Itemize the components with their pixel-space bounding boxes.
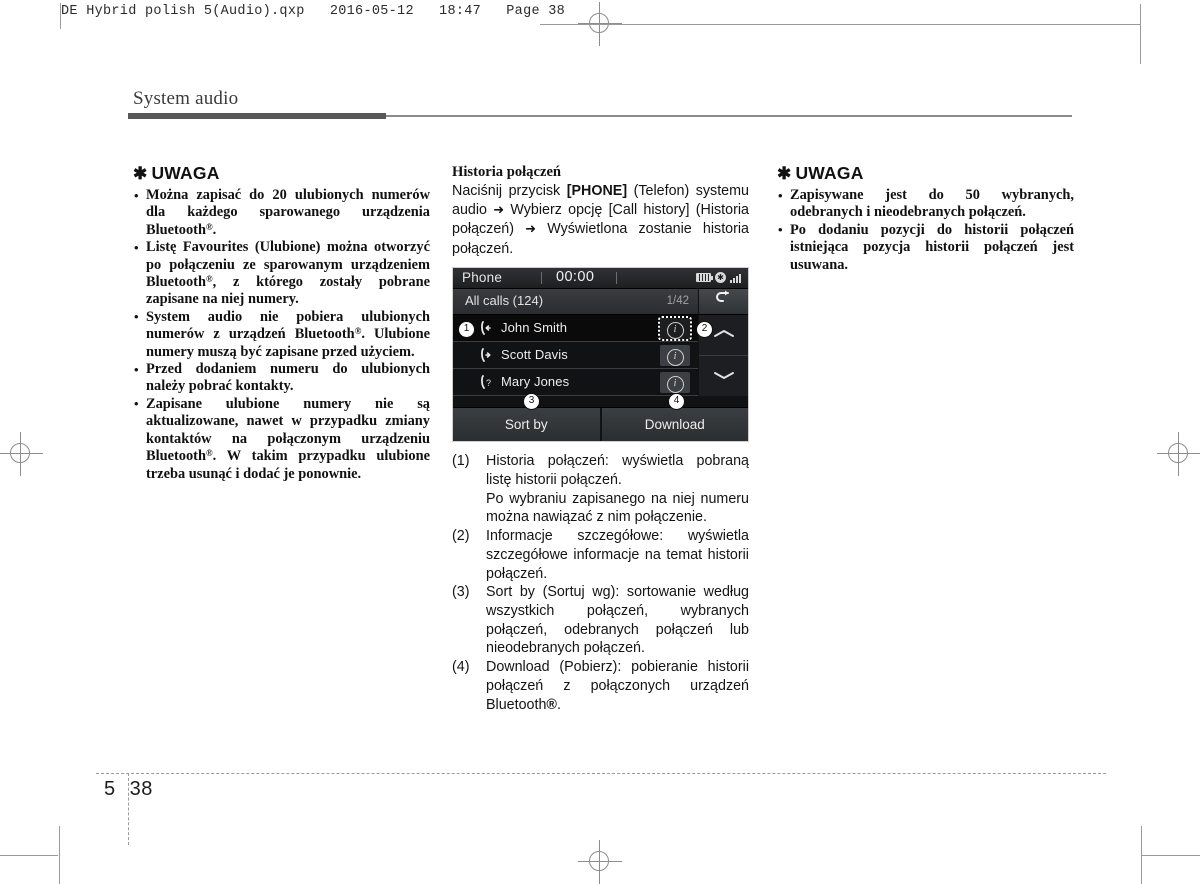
item-text: Historia połączeń: wyświetla pobraną lis… xyxy=(486,453,749,489)
info-button[interactable]: i xyxy=(660,345,690,367)
registration-mark-bottom xyxy=(578,840,622,884)
registration-mark-left xyxy=(0,432,43,476)
list-item: Można zapisać do 20 ulubionych numerów d… xyxy=(133,186,430,239)
asterisk-icon: ✱ xyxy=(777,164,792,183)
item-text: Download (Pobierz): pobieranie historii … xyxy=(486,659,749,713)
right-note-list: Zapisywane jest do 50 wybranych, odebran… xyxy=(777,187,1074,274)
trim-line-bottom-left xyxy=(0,855,58,856)
signal-icon xyxy=(730,273,741,283)
header-bar-light xyxy=(386,115,1072,117)
info-icon: i xyxy=(666,321,684,339)
item-text: Informacje szczegółowe: wyświetla szczeg… xyxy=(486,528,749,582)
item-marker: (2) xyxy=(452,528,470,545)
list-item: System audio nie pobiera ulubionych nume… xyxy=(133,308,430,361)
left-column: ✱UWAGA Można zapisać do 20 ulubionych nu… xyxy=(133,163,430,483)
trim-line-right-bottom xyxy=(1141,826,1142,884)
left-note-title-text: UWAGA xyxy=(151,163,220,183)
back-button[interactable] xyxy=(699,289,748,316)
right-note-title: ✱ UWAGA xyxy=(777,163,1074,184)
device-screenshot-figure: Phone 00:00 ✱ All calls (124) 1/42 John … xyxy=(452,267,749,443)
sort-by-button[interactable]: Sort by xyxy=(453,408,600,442)
list-item: Po dodaniu pozycji do historii połączeń … xyxy=(777,221,1074,274)
arrow-right-icon: ➜ xyxy=(493,202,505,218)
device-screen-title: Phone xyxy=(462,270,503,286)
right-column: ✱UWAGA Zapisywane jest do 50 wybranych, … xyxy=(777,163,1074,274)
status-separator xyxy=(616,272,617,285)
device-list-header: All calls (124) 1/42 xyxy=(453,289,698,316)
contact-name: Mary Jones xyxy=(501,374,570,390)
bluetooth-icon: ✱ xyxy=(715,272,726,284)
back-arrow-icon xyxy=(716,290,729,303)
page-number: 38 xyxy=(129,778,153,800)
status-separator xyxy=(541,272,542,285)
device-clock: 00:00 xyxy=(556,269,595,286)
item-text: Po wybraniu zapisanego na niej numeru mo… xyxy=(486,490,749,526)
list-item: (1) Historia połączeń: wyświetla pobraną… xyxy=(452,452,749,527)
device-status-bar: Phone 00:00 ✱ xyxy=(453,268,748,290)
info-icon: i xyxy=(666,348,684,366)
item-text: Sort by (Sortuj wg): sortowanie według w… xyxy=(486,584,749,657)
info-button[interactable]: i xyxy=(658,316,692,342)
phone-button-ref: [PHONE] xyxy=(566,183,628,199)
trim-line-left-bottom xyxy=(59,826,60,884)
section-number: 5 xyxy=(104,778,116,800)
right-note-title-text: UWAGA xyxy=(795,163,864,183)
folio: 5 38 xyxy=(104,778,153,801)
call-history-list: John Smith i Scott Davis i ? Mary Jones … xyxy=(453,315,698,397)
device-footer-bar: Sort by Download xyxy=(453,407,748,442)
list-item: (2) Informacje szczegółowe: wyświetla sz… xyxy=(452,527,749,583)
asterisk-icon: ✱ xyxy=(133,164,148,183)
list-item: Zapisywane jest do 50 wybranych, odebran… xyxy=(777,187,1074,222)
info-button[interactable]: i xyxy=(660,372,690,394)
middle-column: Historia połączeń Naciśnij przycisk [PHO… xyxy=(452,163,749,714)
item-marker: (3) xyxy=(452,584,470,601)
footer-dashed-rule xyxy=(96,773,1106,774)
table-row[interactable]: Scott Davis i xyxy=(453,342,698,370)
item-marker: (1) xyxy=(452,453,470,470)
contact-name: John Smith xyxy=(501,320,568,336)
left-note-list: Można zapisać do 20 ulubionych numerów d… xyxy=(133,186,430,483)
arrow-right-icon: ➜ xyxy=(525,222,537,238)
list-item: (4) Download (Pobierz): pobieranie histo… xyxy=(452,658,749,714)
chevron-up-icon xyxy=(714,330,734,338)
download-button[interactable]: Download xyxy=(599,408,748,442)
numbered-explanations: (1) Historia połączeń: wyświetla pobraną… xyxy=(452,452,749,714)
section-title: Historia połączeń xyxy=(452,164,562,180)
left-note-title: ✱ UWAGA xyxy=(133,163,430,184)
outgoing-call-icon xyxy=(480,347,496,364)
trim-line-bottom-right xyxy=(1142,855,1200,856)
list-item: Listę Favourites (Ulubione) można otworz… xyxy=(133,239,430,309)
intro-part-1: Naciśnij przycisk xyxy=(452,183,567,199)
list-item: (3) Sort by (Sortuj wg): sortowanie wedł… xyxy=(452,583,749,658)
info-icon: i xyxy=(666,375,684,393)
list-item: Zapisane ulubione numery nie są aktualiz… xyxy=(133,395,430,483)
list-item: Przed dodaniem numeru do ulubionych nale… xyxy=(133,361,430,396)
page-title: System audio xyxy=(133,88,239,109)
chevron-down-icon xyxy=(714,372,734,380)
item-marker: (4) xyxy=(452,659,470,676)
page-counter: 1/42 xyxy=(666,295,689,308)
incoming-call-icon xyxy=(480,320,496,337)
status-icon-group: ✱ xyxy=(696,272,741,284)
battery-icon xyxy=(696,273,713,283)
header-rule xyxy=(540,24,1140,25)
svg-text:?: ? xyxy=(486,378,491,388)
trim-line-right xyxy=(1140,4,1141,64)
table-row[interactable]: ? Mary Jones i xyxy=(453,369,698,397)
header-bar-dark xyxy=(128,113,386,119)
contact-name: Scott Davis xyxy=(501,347,568,363)
registration-mark-right xyxy=(1157,432,1200,476)
scroll-down-button[interactable] xyxy=(699,356,748,396)
table-row[interactable]: John Smith i xyxy=(453,315,698,343)
intro-paragraph: Naciśnij przycisk [PHONE] (Telefon) syst… xyxy=(452,182,749,258)
all-calls-label: All calls (124) xyxy=(465,293,544,309)
missed-call-icon: ? xyxy=(480,374,496,391)
file-info-header: DE Hybrid polish 5(Audio).qxp 2016-05-12… xyxy=(61,4,566,19)
